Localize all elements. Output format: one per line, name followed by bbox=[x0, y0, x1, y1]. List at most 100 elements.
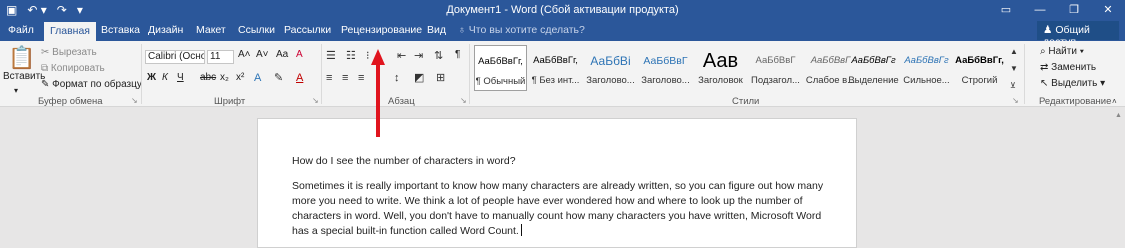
style-name: ¶ Обычный bbox=[475, 76, 526, 87]
cut-button[interactable]: ✂ Вырезать bbox=[41, 47, 97, 58]
minimize-button[interactable]: — bbox=[1023, 0, 1057, 20]
tab-layout[interactable]: Макет bbox=[196, 24, 226, 36]
align-right-icon[interactable]: ≡ bbox=[358, 72, 364, 84]
borders-icon[interactable]: ⊞ bbox=[436, 72, 445, 84]
format-painter-button[interactable]: ✎ Формат по образцу bbox=[41, 79, 142, 90]
document-canvas: How do I see the number of characters in… bbox=[0, 108, 1125, 248]
replace-button[interactable]: ⇄ Заменить bbox=[1040, 62, 1096, 73]
find-button[interactable]: ⌕ Найти ▾ bbox=[1040, 46, 1084, 57]
gallery-more-icon[interactable]: ⊻ bbox=[1010, 80, 1016, 92]
style-emphasis[interactable]: АаБбВвГг Выделение bbox=[847, 45, 900, 91]
align-center-icon[interactable]: ≡ bbox=[342, 72, 348, 84]
style-heading-1[interactable]: АаБбВі Заголово... bbox=[584, 45, 637, 91]
align-left-icon[interactable]: ≡ bbox=[326, 72, 332, 84]
tab-design[interactable]: Дизайн bbox=[148, 24, 183, 36]
share-button[interactable]: ♟ Общий доступ bbox=[1037, 21, 1119, 48]
person-icon: ♟ bbox=[1043, 24, 1056, 36]
paste-label[interactable]: Вставить bbox=[3, 71, 45, 82]
bold-button[interactable]: Ж bbox=[147, 72, 156, 83]
select-label: Выделить bbox=[1051, 78, 1098, 89]
style-sample: АаБбВі bbox=[590, 54, 631, 68]
question-text: How do I see the number of characters in… bbox=[292, 155, 516, 167]
gallery-up-icon[interactable]: ▲ bbox=[1010, 46, 1018, 58]
style-name: Заголово... bbox=[641, 75, 690, 86]
vertical-scrollbar[interactable]: ▲ bbox=[1112, 108, 1125, 245]
style-intense-emphasis[interactable]: АаБбВвГг Сильное... bbox=[900, 45, 953, 91]
superscript-button[interactable]: x² bbox=[236, 72, 244, 83]
title-bar: ▣ ↶ ▾ ↷ ▾ Документ1 - Word (Сбой активац… bbox=[0, 0, 1125, 20]
show-marks-button[interactable]: ¶ bbox=[455, 49, 460, 60]
subscript-button[interactable]: x₂ bbox=[220, 72, 229, 83]
style-heading-2[interactable]: АаБбВвГ Заголово... bbox=[639, 45, 692, 91]
multilevel-list-icon[interactable]: ⁝ bbox=[366, 50, 370, 62]
strikethrough-button[interactable]: abc bbox=[200, 72, 216, 83]
clipboard-launcher-icon[interactable]: ↘ bbox=[131, 96, 138, 105]
sort-icon[interactable]: ⇅ bbox=[434, 50, 443, 62]
tab-view[interactable]: Вид bbox=[427, 24, 446, 36]
font-size-box[interactable]: 11 bbox=[207, 50, 234, 64]
divider bbox=[321, 44, 322, 104]
chevron-down-icon: ▾ bbox=[1097, 78, 1106, 89]
font-launcher-icon[interactable]: ↘ bbox=[312, 96, 319, 105]
cut-label: Вырезать bbox=[52, 47, 97, 58]
close-button[interactable]: ✕ bbox=[1091, 0, 1125, 20]
styles-launcher-icon[interactable]: ↘ bbox=[1012, 96, 1019, 105]
select-button[interactable]: ↖ Выделить ▾ bbox=[1040, 78, 1105, 89]
paragraph-launcher-icon[interactable]: ↘ bbox=[460, 96, 467, 105]
tab-review[interactable]: Рецензирование bbox=[341, 24, 422, 36]
style-subtitle[interactable]: АаБбВвГ Подзагол... bbox=[749, 45, 802, 91]
lightbulb-icon: ♁ bbox=[458, 24, 469, 36]
style-no-spacing[interactable]: АаБбВвГг, ¶ Без инт... bbox=[529, 45, 582, 91]
style-title[interactable]: Аав Заголовок bbox=[694, 45, 747, 91]
increase-indent-icon[interactable]: ⇥ bbox=[414, 50, 423, 62]
font-name-box[interactable]: Calibri (Осно bbox=[145, 50, 205, 64]
red-arrow-annotation bbox=[371, 49, 385, 137]
style-sample: АаБбВвГ bbox=[643, 55, 688, 67]
style-name: Заголовок bbox=[698, 75, 743, 86]
highlight-icon[interactable]: ✎ bbox=[274, 72, 283, 84]
paintbrush-icon: ✎ bbox=[41, 79, 53, 90]
copy-button[interactable]: ⧉ Копировать bbox=[41, 63, 105, 74]
ribbon: 📋 Вставить ▾ ✂ Вырезать ⧉ Копировать ✎ Ф… bbox=[0, 41, 1125, 107]
collapse-ribbon-icon[interactable]: ˄ bbox=[1112, 96, 1117, 108]
change-case-button[interactable]: Aa bbox=[276, 49, 288, 60]
clear-formatting-button[interactable]: A bbox=[296, 49, 303, 60]
style-normal[interactable]: АаБбВвГг, ¶ Обычный bbox=[474, 45, 527, 91]
shading-icon[interactable]: ◩ bbox=[414, 72, 424, 84]
tab-mailings[interactable]: Рассылки bbox=[284, 24, 331, 36]
gallery-down-icon[interactable]: ▼ bbox=[1010, 63, 1018, 75]
tell-me-search[interactable]: ♁ Что вы хотите сделать? bbox=[458, 24, 585, 36]
font-shrink-button[interactable]: A˅ bbox=[256, 49, 269, 60]
scroll-up-icon[interactable]: ▲ bbox=[1115, 110, 1122, 122]
divider bbox=[141, 44, 142, 104]
font-color-icon[interactable]: A bbox=[296, 72, 303, 84]
paragraph-group-label: Абзац bbox=[388, 96, 415, 107]
paste-dropdown-icon[interactable]: ▾ bbox=[14, 86, 18, 95]
paste-icon[interactable]: 📋 bbox=[8, 47, 35, 69]
document-page[interactable]: How do I see the number of characters in… bbox=[257, 118, 857, 248]
style-sample: АаБбВвГг, bbox=[955, 55, 1004, 66]
style-name: Строгий bbox=[961, 75, 998, 86]
underline-button[interactable]: Ч bbox=[177, 72, 184, 83]
tab-file[interactable]: Файл bbox=[8, 24, 34, 36]
style-strong[interactable]: АаБбВвГг, Строгий bbox=[953, 45, 1006, 91]
replace-label: Заменить bbox=[1051, 62, 1097, 73]
find-label: Найти bbox=[1048, 46, 1077, 57]
divider bbox=[1024, 44, 1025, 104]
tab-references[interactable]: Ссылки bbox=[238, 24, 275, 36]
numbering-icon[interactable]: ☷ bbox=[346, 50, 356, 62]
ribbon-display-icon[interactable]: ▭ bbox=[989, 0, 1023, 20]
styles-group-label: Стили bbox=[732, 96, 760, 107]
font-grow-button[interactable]: A˄ bbox=[238, 49, 251, 60]
decrease-indent-icon[interactable]: ⇤ bbox=[397, 50, 406, 62]
restore-button[interactable]: ❐ bbox=[1057, 0, 1091, 20]
italic-button[interactable]: К bbox=[162, 72, 168, 83]
arrow-shape bbox=[371, 49, 385, 137]
style-sample: АаБбВвГг, bbox=[478, 56, 523, 67]
line-spacing-icon[interactable]: ↕ bbox=[394, 72, 400, 84]
tab-insert[interactable]: Вставка bbox=[101, 24, 140, 36]
style-name: Заголово... bbox=[586, 75, 635, 86]
bullets-icon[interactable]: ☰ bbox=[326, 50, 336, 62]
text-effects-icon[interactable]: A bbox=[254, 72, 261, 84]
tab-home[interactable]: Главная bbox=[44, 22, 96, 41]
